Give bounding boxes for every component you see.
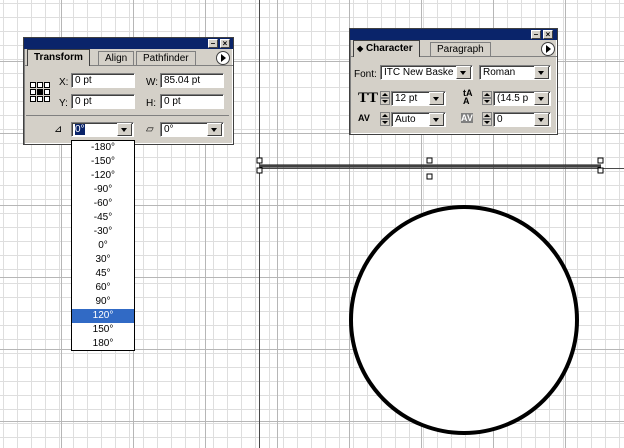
tab-character-label: Character [365, 43, 413, 54]
reference-point-grid-icon[interactable] [30, 82, 50, 102]
rotate-option[interactable]: -180° [72, 141, 134, 155]
handle-bottom-center [426, 173, 433, 180]
rotate-option[interactable]: 60° [72, 281, 134, 295]
handle-top-left [256, 157, 263, 164]
leading-icon: tA A [463, 88, 473, 106]
rotate-options-list: -180° -150° -120° -90° -60° -45° -30° 0°… [71, 140, 135, 351]
panel-divider [26, 115, 229, 116]
tracking-stepper[interactable] [482, 112, 492, 127]
rotate-angle-icon: ⊿ [54, 124, 63, 135]
character-panel-titlebar[interactable]: – × [350, 29, 557, 40]
transform-panel: – × Transform Align Pathfinder X: 0 pt W… [23, 37, 234, 145]
minimize-button[interactable]: – [208, 39, 218, 48]
tab-align[interactable]: Align [98, 51, 135, 65]
font-size-icon: TT [358, 90, 379, 106]
rotate-option[interactable]: -120° [72, 169, 134, 183]
tab-expand-icon: ◆ [357, 44, 364, 53]
tracking-dropdown-button[interactable] [534, 113, 549, 126]
shear-angle-icon: ▱ [146, 124, 154, 135]
kerning-stepper[interactable] [380, 112, 390, 127]
tab-transform[interactable]: Transform [27, 49, 90, 66]
font-size-stepper[interactable] [380, 91, 390, 106]
h-input[interactable]: 0 pt [160, 94, 224, 109]
rotate-option[interactable]: 150° [72, 323, 134, 337]
rotate-dropdown-button[interactable] [117, 123, 132, 136]
handle-top-right [597, 157, 604, 164]
close-button[interactable]: × [220, 39, 230, 48]
font-style-dropdown-button[interactable] [534, 66, 549, 79]
tab-paragraph[interactable]: Paragraph [430, 42, 491, 56]
w-label: W: [146, 77, 159, 88]
close-button[interactable]: × [543, 30, 553, 39]
transform-panel-titlebar[interactable]: – × [24, 38, 233, 49]
rotate-option[interactable]: 45° [72, 267, 134, 281]
tab-pathfinder[interactable]: Pathfinder [136, 51, 196, 65]
panel-menu-arrow-icon[interactable] [216, 51, 230, 65]
handle-bottom-right [597, 167, 604, 174]
kerning-dropdown-button[interactable] [429, 113, 444, 126]
circle-shape[interactable] [349, 205, 579, 435]
x-input[interactable]: 0 pt [71, 73, 135, 88]
rotate-option[interactable]: -90° [72, 183, 134, 197]
transform-panel-tabs: Transform Align Pathfinder [24, 49, 233, 66]
w-input[interactable]: 85.04 pt [160, 73, 224, 88]
minimize-button[interactable]: – [531, 30, 541, 39]
rotate-option[interactable]: -150° [72, 155, 134, 169]
rotate-option[interactable]: -45° [72, 211, 134, 225]
kerning-icon: AV [358, 113, 370, 123]
rotate-option-highlighted[interactable]: 120° [72, 309, 134, 323]
rotate-option[interactable]: 30° [72, 253, 134, 267]
y-label: Y: [59, 98, 68, 109]
rotate-option[interactable]: -60° [72, 197, 134, 211]
leading-dropdown-button[interactable] [534, 92, 549, 105]
rotate-option[interactable]: 0° [72, 239, 134, 253]
rotate-option[interactable]: -30° [72, 225, 134, 239]
tab-character[interactable]: ◆ Character [353, 40, 420, 57]
character-panel: – × ◆ Character Paragraph Font: ITC New … [349, 28, 558, 135]
handle-bottom-left [256, 167, 263, 174]
x-label: X: [59, 77, 69, 88]
character-panel-tabs: ◆ Character Paragraph [350, 40, 557, 57]
font-family-dropdown-button[interactable] [456, 66, 471, 79]
rotate-option[interactable]: 180° [72, 337, 134, 351]
rotate-value: 0° [75, 124, 85, 135]
leading-stepper[interactable] [482, 91, 492, 106]
panel-menu-arrow-icon[interactable] [541, 42, 555, 56]
y-input[interactable]: 0 pt [71, 94, 135, 109]
h-label: H: [146, 98, 156, 109]
rotate-option[interactable]: 90° [72, 295, 134, 309]
tracking-icon: AV [461, 113, 473, 123]
handle-top-center [426, 157, 433, 164]
font-size-dropdown-button[interactable] [429, 92, 444, 105]
font-label: Font: [354, 69, 377, 80]
shear-dropdown-button[interactable] [207, 123, 222, 136]
bounding-box-handles[interactable] [256, 157, 604, 180]
